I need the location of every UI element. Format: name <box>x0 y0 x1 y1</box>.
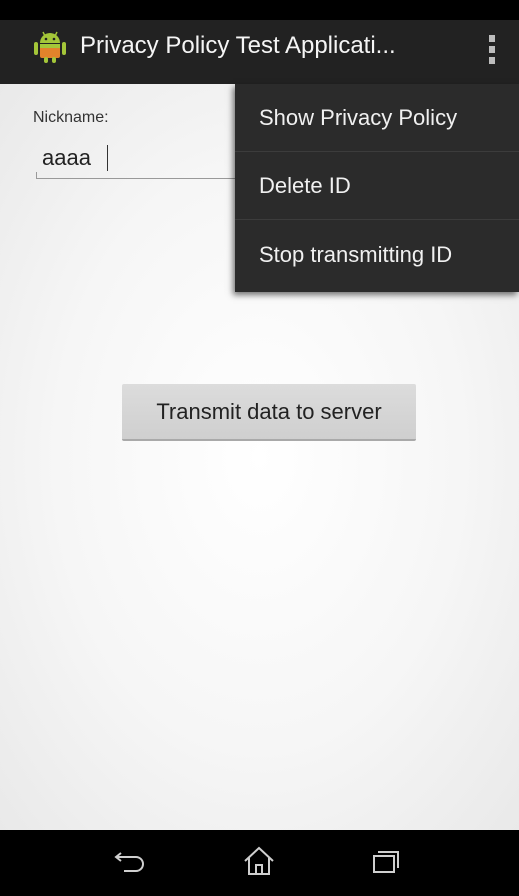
text-cursor <box>107 145 108 171</box>
recent-apps-button[interactable] <box>357 840 417 886</box>
overflow-dot <box>489 45 495 53</box>
input-underline <box>36 178 246 179</box>
overflow-dot <box>489 56 495 64</box>
navigation-bar <box>0 830 519 896</box>
nickname-input[interactable] <box>36 139 246 177</box>
overflow-menu-button[interactable] <box>470 26 514 72</box>
nickname-label: Nickname: <box>33 109 109 126</box>
home-button[interactable] <box>229 840 289 886</box>
home-icon <box>242 845 276 882</box>
status-bar <box>0 0 519 22</box>
back-icon <box>112 848 146 879</box>
menu-item-show-privacy-policy[interactable]: Show Privacy Policy <box>235 84 519 152</box>
transmit-data-button[interactable]: Transmit data to server <box>122 384 416 441</box>
action-bar: Privacy Policy Test Applicati... <box>0 20 519 84</box>
recent-apps-icon <box>370 847 404 880</box>
overflow-dot <box>489 34 495 42</box>
menu-item-delete-id[interactable]: Delete ID <box>235 152 519 220</box>
overflow-menu-popup: Show Privacy Policy Delete ID Stop trans… <box>235 84 519 292</box>
app-title: Privacy Policy Test Applicati... <box>80 32 396 59</box>
back-button[interactable] <box>99 840 159 886</box>
menu-item-stop-transmitting-id[interactable]: Stop transmitting ID <box>235 220 519 290</box>
android-app-icon <box>32 29 68 65</box>
